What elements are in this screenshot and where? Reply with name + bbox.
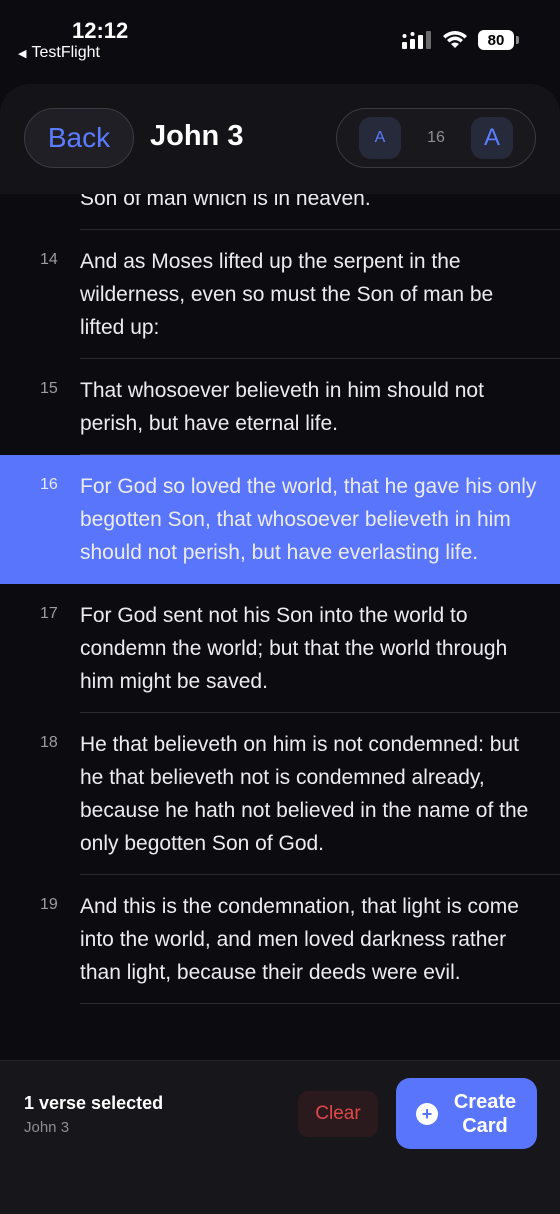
verse-number: 18 [40,734,58,751]
verse-item[interactable]: 17 For God sent not his Son into the wor… [0,584,560,713]
verse-text: And this is the condemnation, that light… [80,895,519,984]
font-size-value: 16 [427,129,445,146]
selection-chapter: John 3 [24,1119,70,1136]
clear-button[interactable]: Clear [298,1091,378,1137]
font-size-control: A 16 A [336,108,536,168]
verse-number: 16 [40,476,58,493]
status-indicators: 80 [402,30,519,50]
plus-circle-icon: + [416,1102,438,1125]
verse-text: That whosoever believeth in him should n… [80,379,484,435]
status-time: 12:12 [72,18,129,43]
verse-text: And as Moses lifted up the serpent in th… [80,250,494,339]
verse-list[interactable]: but he that came down from heaven, even … [0,170,560,1060]
selection-bar: 1 verse selected John 3 Clear + Create C… [0,1060,560,1214]
selection-count: 1 verse selected [24,1093,164,1113]
verse-item-selected[interactable]: 16 For God so loved the world, that he g… [0,455,560,584]
verse-number: 14 [40,251,58,268]
verse-text: He that believeth on him is not condemne… [80,733,529,855]
verse-number: 15 [40,380,58,397]
cellular-signal-icon [402,31,431,49]
status-bar: 12:12 ◀ TestFlight 80 [0,0,560,70]
increase-font-button[interactable]: A [470,117,513,159]
wifi-icon [443,31,467,48]
battery-indicator: 80 [478,30,519,50]
chapter-title: John 3 [150,120,244,152]
create-card-label: Create Card [453,1090,517,1137]
verse-number: 17 [40,605,58,622]
decrease-font-button[interactable]: A [359,117,401,159]
verse-item[interactable]: 14 And as Moses lifted up the serpent in… [0,230,560,359]
verse-item[interactable]: 15 That whosoever believeth in him shoul… [0,359,560,455]
verse-text: For God sent not his Son into the world … [80,604,508,693]
verse-number: 19 [40,896,58,913]
create-card-button[interactable]: + Create Card [396,1078,537,1149]
back-button[interactable]: Back [24,108,134,168]
verse-text: For God so loved the world, that he gave… [80,475,537,564]
status-back-to-app[interactable]: ◀ TestFlight [18,44,100,62]
back-triangle-icon: ◀ [18,47,27,60]
status-back-app-label: TestFlight [31,44,100,61]
verse-item[interactable]: 18 He that believeth on him is not conde… [0,713,560,875]
bible-reader-screen: 12:12 ◀ TestFlight 80 but [0,0,560,1214]
verse-item[interactable]: 19 And this is the condemnation, that li… [0,875,560,1004]
reader-header: Back John 3 A 16 A [0,84,560,194]
